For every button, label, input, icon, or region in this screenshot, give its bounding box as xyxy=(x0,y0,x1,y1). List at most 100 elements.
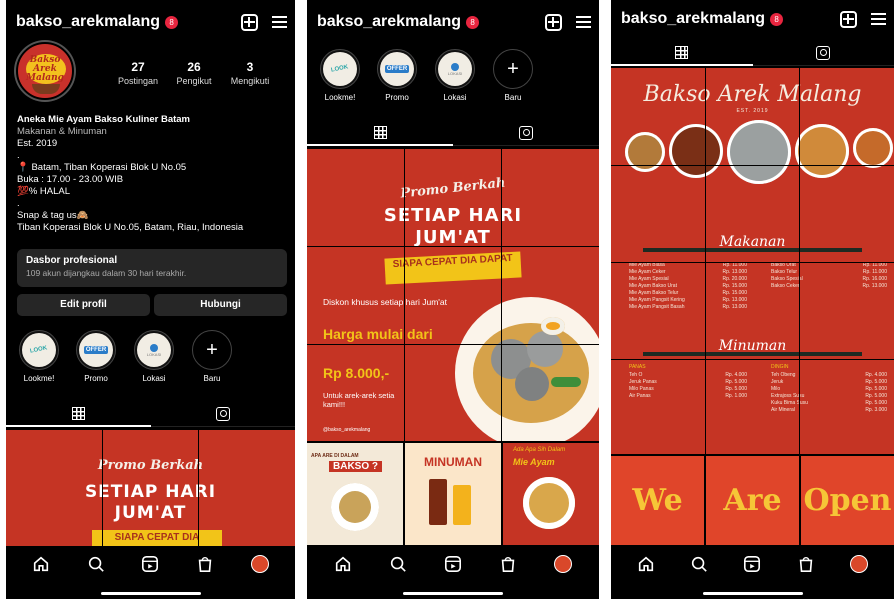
post-big-text: MINUMAN xyxy=(424,455,482,469)
menu-row: Mie Ayam Spesial Rp. 20.000 xyxy=(629,276,747,283)
menu-row: Mie Ayam Pangsit Kering Rp. 13.000 xyxy=(629,297,747,304)
menu-item-price: Rp. 5.000 xyxy=(865,386,887,392)
post-menu[interactable]: Bakso Arek Malang EST. 2019 Makanan Mie … xyxy=(611,68,894,454)
we-text: We xyxy=(632,483,683,518)
home-icon[interactable] xyxy=(32,555,50,573)
notification-badge[interactable]: 8 xyxy=(466,15,480,29)
menu-item-name: Milo xyxy=(771,386,781,392)
home-icon[interactable] xyxy=(637,555,655,573)
contact-button[interactable]: Hubungi xyxy=(154,294,287,316)
profile-avatar-nav[interactable] xyxy=(554,555,573,573)
menu-row: Teh Obeng Rp. 4.000 xyxy=(771,372,887,379)
stat-following[interactable]: 3 Mengikuti xyxy=(220,60,280,86)
professional-dashboard[interactable]: Dasbor profesional 109 akun dijangkau da… xyxy=(17,249,287,287)
menu-food-right: Bakso Urat Rp. 11.000 Bakso Telur Rp. 11.00… xyxy=(771,262,887,290)
menu-item-name: Bakso Urat xyxy=(771,262,796,268)
search-icon[interactable] xyxy=(690,555,708,573)
shop-icon[interactable] xyxy=(499,555,517,573)
tab-grid[interactable] xyxy=(307,120,453,146)
highlight-lokasi[interactable]: LOKASI Lokasi xyxy=(431,49,479,102)
stat-followers[interactable]: 26 Pengikut xyxy=(164,60,224,86)
menu-row: Air Mineral Rp. 3.000 xyxy=(771,407,887,414)
profile-header: bakso_arekmalang 8 xyxy=(621,5,886,33)
menu-row: Mie Ayam Biasa Rp. 11.000 xyxy=(629,262,747,269)
menu-food-left: Mie Ayam Biasa Rp. 11.000 Mie Ayam Ceker Rp… xyxy=(629,262,747,311)
highlight-promo[interactable]: OFFER Promo xyxy=(373,49,421,102)
open-text: Open xyxy=(803,483,892,518)
are-text: Are xyxy=(723,483,782,518)
bio-address[interactable]: Tiban Koperasi Blok U No.05, Batam, Riau… xyxy=(17,222,289,234)
create-icon[interactable] xyxy=(241,13,258,31)
edit-profile-button[interactable]: Edit profil xyxy=(17,294,150,316)
menu-row: Mie Ayam Bakso Telur Rp. 15.000 xyxy=(629,290,747,297)
search-icon[interactable] xyxy=(389,555,407,573)
highlight-thumb-text: OFFER xyxy=(384,65,410,73)
highlight-promo[interactable]: OFFER Promo xyxy=(72,330,120,383)
promo-heading: Promo Berkah xyxy=(97,458,204,473)
post-open[interactable]: Open xyxy=(801,456,894,545)
reels-icon[interactable] xyxy=(743,555,761,573)
shop-icon[interactable] xyxy=(196,555,214,573)
highlight-lokasi[interactable]: LOKASI Lokasi xyxy=(130,330,178,383)
post-we[interactable]: We xyxy=(611,456,704,545)
plus-icon: + xyxy=(206,339,218,361)
menu-icon[interactable] xyxy=(272,16,287,28)
promo-note: Untuk arek-arek setia kami!!! xyxy=(323,391,395,409)
grid-icon xyxy=(373,125,387,139)
tab-tagged[interactable] xyxy=(752,40,894,66)
stat-posts[interactable]: 27 Postingan xyxy=(108,60,168,86)
search-icon[interactable] xyxy=(87,555,105,573)
highlight-lookme[interactable]: LOOK Lookme! xyxy=(316,49,364,102)
username[interactable]: bakso_arekmalang xyxy=(317,13,461,31)
reels-icon[interactable] xyxy=(141,555,159,573)
post-promo-large[interactable]: Promo Berkah SETIAP HARI JUM'AT SIAPA CE… xyxy=(307,149,599,441)
menu-item-price: Rp. 3.000 xyxy=(865,407,887,413)
tab-grid[interactable] xyxy=(6,401,151,427)
tab-grid[interactable] xyxy=(611,40,753,66)
menu-item-price: Rp. 11.000 xyxy=(862,262,887,268)
post-row-open: We Are Open xyxy=(611,456,894,545)
menu-item-price: Rp. 11.000 xyxy=(722,262,747,268)
post-mie-ayam[interactable]: Ada Apa Sih Dalam Mie Ayam xyxy=(503,443,599,545)
menu-item-price: Rp. 15.000 xyxy=(722,290,747,296)
create-icon[interactable] xyxy=(840,10,857,28)
notification-badge[interactable]: 8 xyxy=(770,12,784,26)
reels-icon[interactable] xyxy=(444,555,462,573)
menu-icon[interactable] xyxy=(871,13,886,25)
menu-item-price: Rp. 4.000 xyxy=(725,372,747,378)
promo-discount-text: Diskon khusus setiap hari Jum'at xyxy=(323,297,447,307)
tab-tagged[interactable] xyxy=(150,401,295,427)
create-icon[interactable] xyxy=(545,13,562,31)
menu-item-name: Mie Ayam Spesial xyxy=(629,276,669,282)
highlight-new[interactable]: + Baru xyxy=(489,49,537,102)
menu-item-price: Rp. 13.000 xyxy=(722,269,747,275)
menu-item-name: Bakso Telur xyxy=(771,269,798,275)
tagged-icon xyxy=(816,45,831,60)
menu-icon[interactable] xyxy=(576,16,591,28)
post-promo[interactable]: Promo Berkah SETIAP HARI JUM'AT SIAPA CE… xyxy=(6,430,295,549)
username[interactable]: bakso_arekmalang xyxy=(621,10,765,28)
username[interactable]: bakso_arekmalang xyxy=(16,13,160,31)
profile-avatar[interactable]: Bakso Arek Malang xyxy=(16,42,74,100)
profile-avatar-nav[interactable] xyxy=(850,555,869,573)
highlight-new[interactable]: + Baru xyxy=(188,330,236,383)
home-indicator xyxy=(403,592,503,595)
post-minuman[interactable]: MINUMAN xyxy=(405,443,501,545)
menu-row: Bakso Ceker Rp. 13.000 xyxy=(771,283,887,290)
shop-icon[interactable] xyxy=(797,555,815,573)
highlight-lookme[interactable]: LOOK Lookme! xyxy=(15,330,63,383)
highlight-thumb-text: LOOK xyxy=(330,64,350,74)
bottom-nav xyxy=(6,546,295,582)
location-pin-icon xyxy=(150,343,158,352)
menu-row: Jeruk Panas Rp. 5.000 xyxy=(629,379,747,386)
post-bakso-question[interactable]: APA ARE DI DALAM BAKSO ? xyxy=(307,443,403,545)
promo-yellow-banner: SIAPA CEPAT DIA DAPAT xyxy=(384,251,522,285)
profile-avatar-nav[interactable] xyxy=(250,555,269,573)
menu-item-price: Rp. 5.000 xyxy=(725,379,747,385)
tab-tagged[interactable] xyxy=(453,120,599,146)
post-are[interactable]: Are xyxy=(706,456,799,545)
stat-following-count: 3 xyxy=(246,60,254,74)
notification-badge[interactable]: 8 xyxy=(165,15,179,29)
home-icon[interactable] xyxy=(334,555,352,573)
menu-row: Bakso Telur Rp. 11.000 xyxy=(771,269,887,276)
